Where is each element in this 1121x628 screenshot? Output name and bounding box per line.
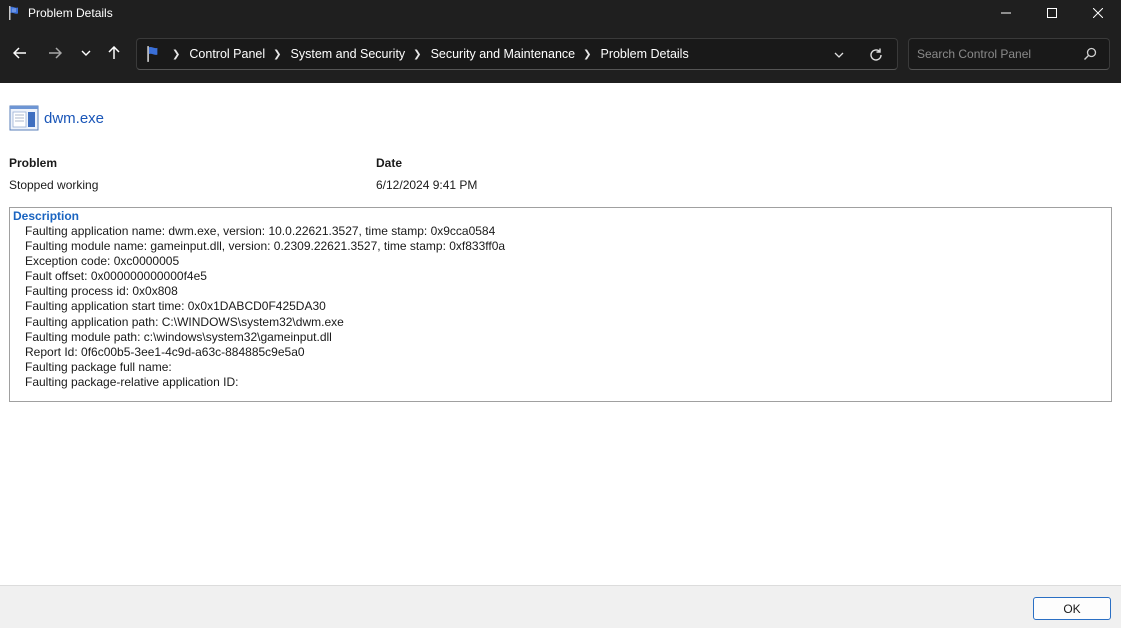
breadcrumb-security-and-maintenance[interactable]: Security and Maintenance [431,47,576,61]
description-text: Faulting application name: dwm.exe, vers… [25,224,505,390]
description-line: Exception code: 0xc0000005 [25,254,180,269]
chevron-right-icon[interactable]: ❯ [583,49,591,60]
application-header: dwm.exe [9,105,104,131]
chevron-right-icon[interactable]: ❯ [172,49,180,60]
description-line: Fault offset: 0x000000000000f4e5 [25,269,207,284]
address-bar[interactable]: ❯ Control Panel ❯ System and Security ❯ … [136,38,898,70]
arrow-right-icon [49,47,62,59]
description-title: Description [13,209,80,223]
flag-icon [145,45,163,63]
flag-icon [7,5,23,21]
maximize-button[interactable] [1029,0,1075,26]
description-line: Faulting module name: gameinput.dll, ver… [25,239,506,254]
chevron-right-icon[interactable]: ❯ [273,49,281,60]
arrow-up-icon [108,46,120,59]
dialog-footer: OK [0,585,1121,628]
description-line: Faulting module path: c:\windows\system3… [25,329,332,344]
date-header: Date [376,156,403,170]
minimize-button[interactable] [983,0,1029,26]
refresh-icon [870,48,882,61]
breadcrumb-problem-details[interactable]: Problem Details [600,47,688,61]
arrow-left-icon [13,47,26,59]
window-controls [983,0,1121,26]
close-button[interactable] [1075,0,1121,26]
title-bar: Problem Details [0,0,1121,26]
problem-header: Problem [9,156,58,170]
breadcrumb-system-and-security[interactable]: System and Security [291,47,406,61]
maximize-icon [1047,8,1057,18]
close-icon [1093,8,1103,18]
chevron-right-icon[interactable]: ❯ [413,49,421,60]
breadcrumb-control-panel[interactable]: Control Panel [189,47,265,61]
date-value: 6/12/2024 9:41 PM [376,178,478,192]
description-line: Faulting application name: dwm.exe, vers… [25,224,496,238]
description-line: Report Id: 0f6c00b5-3ee1-4c9d-a63c-88488… [25,344,305,359]
navigation-bar: ❯ Control Panel ❯ System and Security ❯ … [0,26,1121,83]
description-line: Faulting process id: 0x0x808 [25,284,178,299]
description-line: Faulting package full name: [25,359,172,374]
description-line: Faulting application start time: 0x0x1DA… [25,299,326,314]
problem-value: Stopped working [9,178,99,192]
recent-locations-button[interactable] [74,41,98,65]
description-box: Description Faulting application name: d… [9,207,1112,402]
problem-details-content: dwm.exe Problem Date Stopped working 6/1… [0,83,1121,585]
refresh-button[interactable] [867,46,885,64]
address-history-button[interactable] [831,47,847,63]
description-line: Faulting package-relative application ID… [25,374,239,389]
description-line: Faulting application path: C:\WINDOWS\sy… [25,314,344,329]
back-button[interactable] [8,41,32,65]
search-box[interactable] [908,38,1110,70]
application-file-icon [9,105,39,131]
chevron-down-icon [834,52,844,58]
forward-button[interactable] [43,41,67,65]
chevron-down-icon [81,50,91,56]
search-input[interactable] [917,47,1077,61]
minimize-icon [1001,12,1011,14]
ok-button[interactable]: OK [1033,597,1111,620]
breadcrumb: ❯ Control Panel ❯ System and Security ❯ … [163,47,689,61]
application-name: dwm.exe [44,109,105,127]
up-button[interactable] [102,41,126,65]
search-icon[interactable] [1083,47,1097,61]
window-title: Problem Details [28,6,113,20]
